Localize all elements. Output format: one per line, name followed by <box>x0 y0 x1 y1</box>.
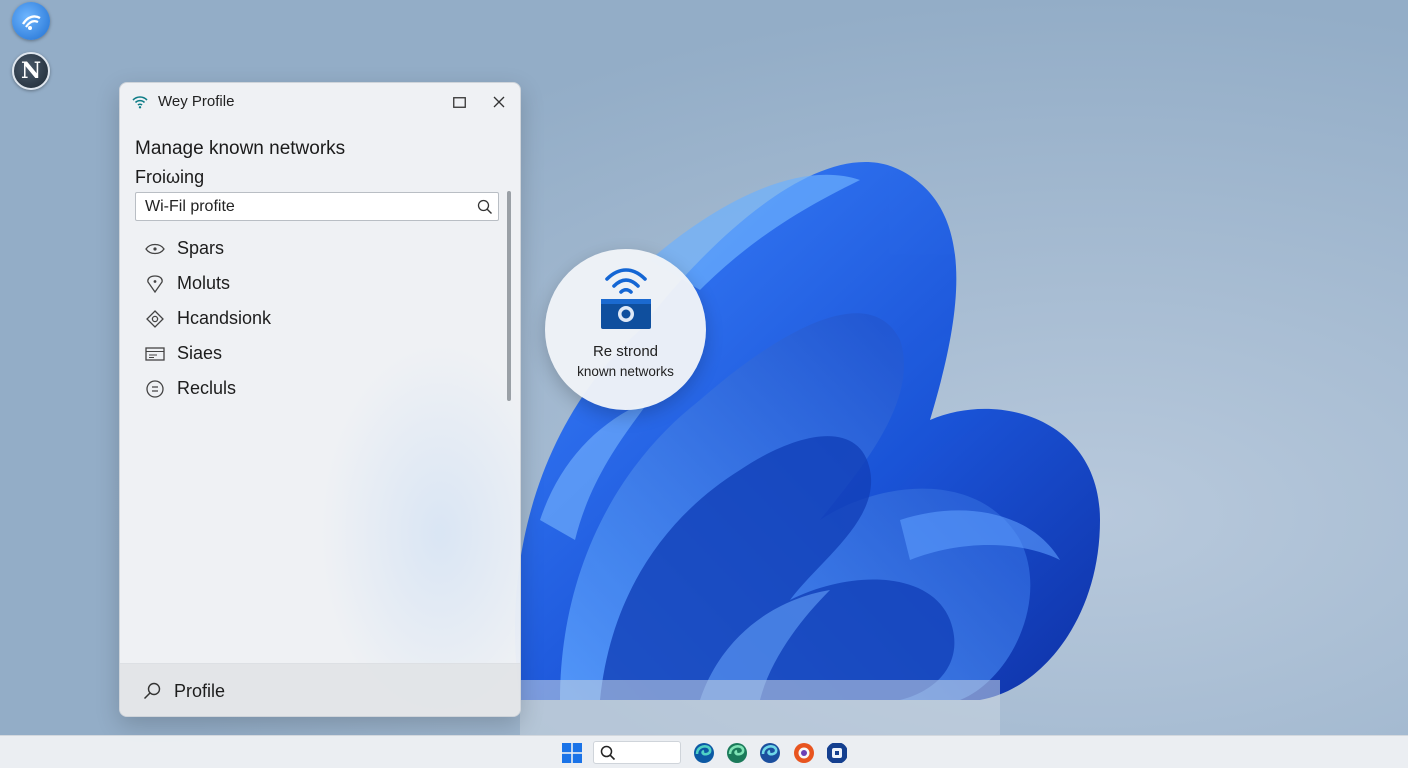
close-button[interactable] <box>486 91 512 113</box>
wifi-profile-window: Wey Profile Manage known networks Froiωi… <box>119 82 521 717</box>
search-box[interactable] <box>135 192 499 221</box>
scrollbar-thumb[interactable] <box>507 191 511 401</box>
start-icon[interactable] <box>562 743 582 763</box>
card-icon <box>144 343 166 365</box>
list-item-label: Recluls <box>177 378 237 398</box>
list-item[interactable]: Hcandsionk <box>144 301 484 336</box>
taskbar <box>0 735 1408 768</box>
list-item[interactable]: Siaes <box>144 336 484 371</box>
firefox-icon[interactable] <box>793 742 815 764</box>
search-input[interactable] <box>136 193 466 220</box>
title-bar[interactable]: Wey Profile <box>120 83 520 121</box>
diamond-icon <box>144 308 166 330</box>
footer-label: Profile <box>174 680 226 701</box>
wifi-camera-icon <box>601 268 651 329</box>
maximize-button[interactable] <box>446 91 472 113</box>
close-icon <box>493 96 505 108</box>
list-item[interactable]: Recluls <box>144 371 484 406</box>
section-subheading: Froiωing <box>135 167 205 187</box>
bubble-title: Re strond <box>592 343 659 360</box>
edge-beta-icon[interactable] <box>759 742 781 764</box>
list-item-label: Hcandsionk <box>177 308 272 328</box>
n-app-letter: N <box>20 58 42 84</box>
maximize-icon <box>452 96 466 108</box>
page-heading: Manage known networks <box>135 138 346 159</box>
settings-app-icon[interactable] <box>826 742 848 764</box>
known-networks-bubble[interactable]: Re strond known networks <box>545 249 706 410</box>
location-pin-icon <box>144 273 166 295</box>
profile-footer-button[interactable]: Profile <box>120 663 520 716</box>
edge-dev-icon[interactable] <box>726 742 748 764</box>
wifi-icon <box>132 96 148 109</box>
window-title: Wey Profile <box>158 93 235 110</box>
wifi-app-icon[interactable] <box>12 2 50 40</box>
list-item-label: Moluts <box>177 273 231 293</box>
list-item[interactable]: Moluts <box>144 266 484 301</box>
circle-badge-icon <box>144 378 166 400</box>
list-item-label: Siaes <box>177 343 223 363</box>
eye-icon <box>144 238 166 260</box>
taskbar-search[interactable] <box>593 741 681 764</box>
n-app-icon[interactable]: N <box>12 52 50 90</box>
edge-icon[interactable] <box>693 742 715 764</box>
search-icon[interactable] <box>477 199 493 215</box>
search-icon <box>600 745 616 761</box>
list-item[interactable]: Spars <box>144 231 484 266</box>
bubble-subtitle: known networks <box>577 364 674 379</box>
list-item-label: Spars <box>177 238 225 258</box>
search-icon <box>143 682 161 700</box>
network-list: Spars Moluts Hcandsionk Siaes Recluls <box>144 231 484 406</box>
